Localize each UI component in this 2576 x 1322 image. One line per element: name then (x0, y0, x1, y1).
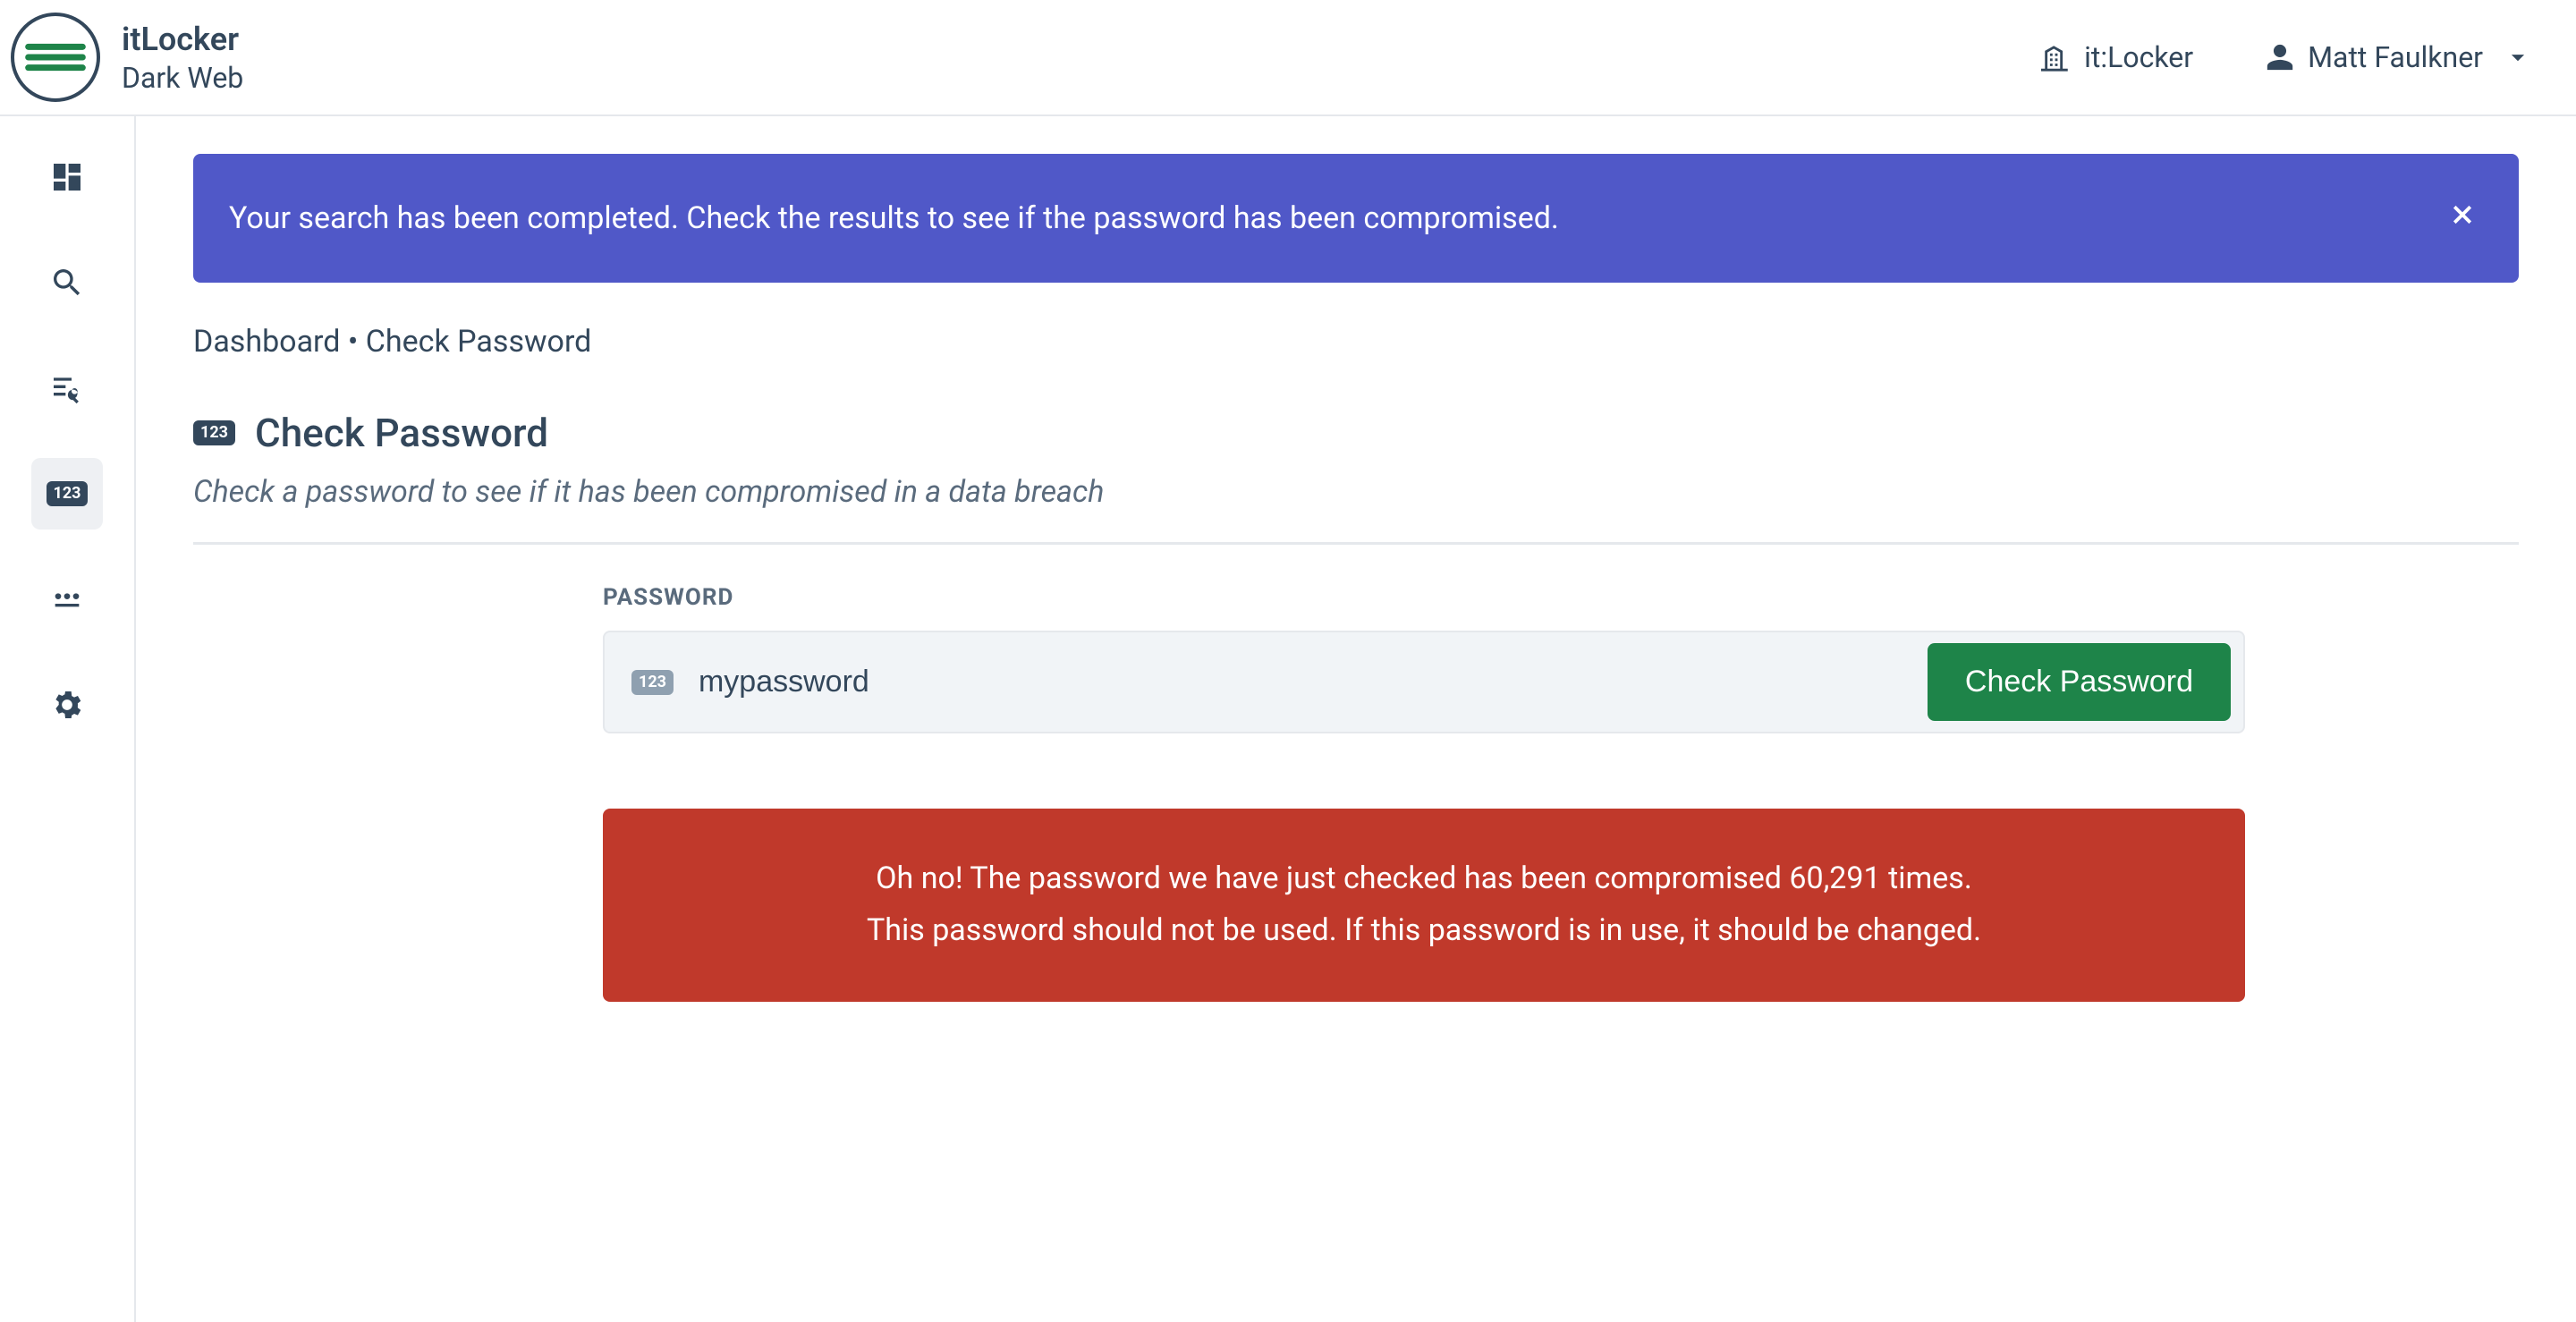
badge-123-icon: 123 (193, 420, 235, 445)
divider (193, 542, 2519, 545)
page-title-row: 123 Check Password (193, 410, 2519, 456)
search-icon (49, 265, 85, 301)
sidebar-item-settings[interactable] (31, 669, 103, 741)
dashboard-icon (49, 159, 85, 195)
breadcrumb-separator: • (340, 324, 365, 360)
password-field-label: PASSWORD (603, 584, 2245, 611)
chevron-down-icon (2503, 42, 2533, 72)
result-alert: Oh no! The password we have just checked… (603, 809, 2245, 1002)
banner-close-button[interactable] (2442, 193, 2483, 243)
sidebar-item-check-password[interactable]: 123 (31, 458, 103, 530)
person-icon (2265, 42, 2295, 72)
info-banner: Your search has been completed. Check th… (193, 154, 2519, 283)
input-prefix-icon: 123 (631, 670, 674, 695)
brand-logo (11, 13, 100, 102)
sidebar-item-list-search[interactable] (31, 352, 103, 424)
close-icon (2449, 201, 2476, 228)
sidebar-item-search[interactable] (31, 247, 103, 318)
breadcrumb-current: Check Password (366, 324, 592, 360)
page-title: Check Password (255, 410, 548, 456)
breadcrumb-root[interactable]: Dashboard (193, 324, 340, 360)
brand-subtitle: Dark Web (122, 60, 243, 96)
password-input-row: 123 Check Password (603, 631, 2245, 733)
brand[interactable]: itLocker Dark Web (0, 13, 243, 102)
sidebar: 123 (0, 116, 136, 1322)
password-dots-icon (49, 581, 85, 617)
form-area: PASSWORD 123 Check Password Oh no! The p… (603, 584, 2245, 1002)
brand-text: itLocker Dark Web (122, 20, 243, 96)
gear-icon (49, 687, 85, 723)
user-name: Matt Faulkner (2308, 40, 2483, 74)
breadcrumb: Dashboard • Check Password (193, 324, 2519, 360)
sidebar-item-hidden[interactable] (31, 564, 103, 635)
badge-123-icon: 123 (47, 481, 89, 506)
building-icon (2041, 42, 2072, 72)
org-label: it:Locker (2084, 40, 2193, 74)
check-password-button[interactable]: Check Password (1928, 643, 2231, 721)
result-line-1: Oh no! The password we have just checked… (657, 853, 2191, 905)
banner-message: Your search has been completed. Check th… (229, 200, 1559, 236)
title-icon: 123 (193, 420, 235, 445)
org-switcher[interactable]: it:Locker (2023, 31, 2211, 83)
page-subtitle: Check a password to see if it has been c… (193, 474, 2519, 510)
main: Your search has been completed. Check th… (136, 116, 2576, 1322)
user-menu[interactable]: Matt Faulkner (2247, 31, 2551, 83)
password-input[interactable] (693, 650, 1908, 714)
brand-title: itLocker (122, 20, 243, 60)
result-line-2: This password should not be used. If thi… (657, 905, 2191, 957)
wave-logo-icon (24, 26, 87, 89)
list-search-icon (49, 370, 85, 406)
sidebar-item-dashboard[interactable] (31, 141, 103, 213)
header: itLocker Dark Web it:Locker Matt Faulkne… (0, 0, 2576, 116)
